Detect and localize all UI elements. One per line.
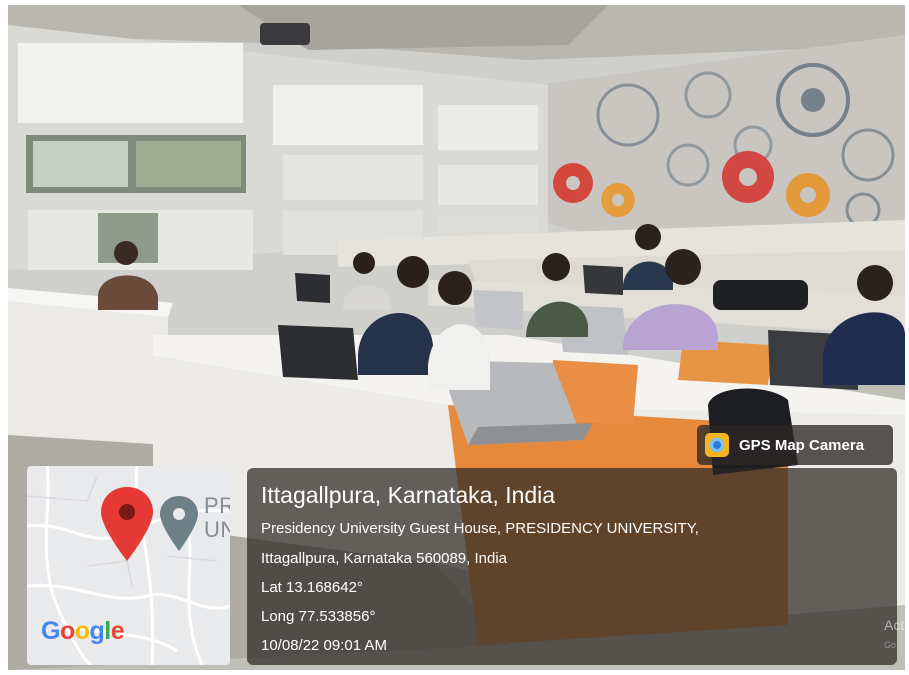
address-line-1: Presidency University Guest House, PRESI… [261, 520, 699, 537]
gps-camera-badge: GPS Map Camera [697, 425, 893, 465]
location-info-card: Ittagallpura, Karnataka, India Presidenc… [247, 468, 897, 665]
location-title: Ittagallpura, Karnataka, India [261, 482, 556, 508]
poi-pin-icon [160, 496, 198, 551]
gps-camera-app-icon [705, 433, 729, 457]
map-place-label: PR UN [204, 493, 230, 542]
longitude-readout: Long 77.533856° [261, 608, 376, 625]
activation-watermark-sub: Go [884, 640, 897, 650]
google-logo: Google [41, 617, 125, 645]
address-line-2: Ittagallpura, Karnataka 560089, India [261, 550, 508, 567]
activation-watermark: Act [884, 617, 905, 633]
datetime-readout: 10/08/22 09:01 AM [261, 637, 387, 654]
latitude-readout: Lat 13.168642° [261, 579, 363, 596]
gps-camera-label: GPS Map Camera [739, 436, 865, 454]
map-thumbnail: PR UN Google [27, 466, 230, 665]
